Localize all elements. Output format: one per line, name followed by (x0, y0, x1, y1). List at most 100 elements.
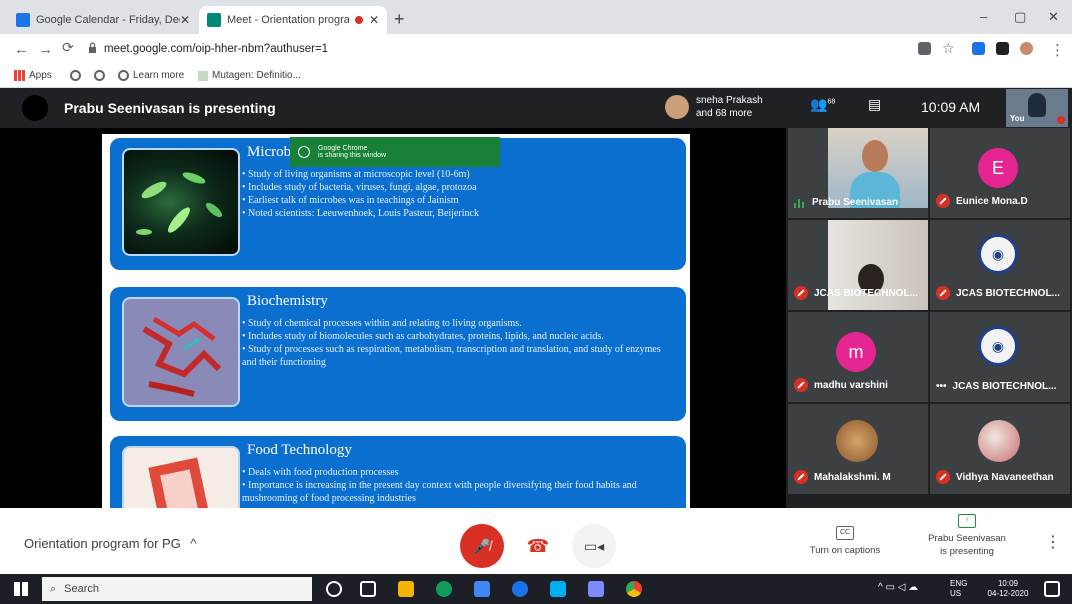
speaking-indicator-icon (794, 198, 806, 208)
puzzle-icon[interactable] (996, 42, 1009, 55)
meeting-details[interactable]: Orientation program for PG ^ (24, 536, 197, 551)
close-tab-icon[interactable]: ✕ (180, 13, 190, 27)
self-view-tile[interactable]: You (1006, 89, 1068, 127)
extension-icon[interactable] (918, 42, 931, 55)
bullet: Deals with food production processes (242, 466, 672, 479)
participant-tile[interactable]: E Eunice Mona.D (930, 128, 1070, 218)
more-options-icon[interactable]: ⋮ (1045, 532, 1061, 552)
participant-name-text: Vidhya Navaneethan (956, 471, 1054, 483)
extension-icon[interactable] (972, 42, 985, 55)
meet-icon (207, 13, 221, 27)
mic-off-icon (936, 194, 950, 208)
globe-icon (70, 70, 81, 81)
bullet: Study of chemical processes within and r… (242, 317, 662, 330)
people-line1: sneha Prakash (696, 95, 763, 106)
app-icon[interactable] (512, 581, 528, 597)
menu-icon[interactable]: ⋮ (1050, 41, 1065, 59)
presenting-label-line2: is presenting (940, 546, 994, 557)
bookmark-item[interactable] (94, 70, 109, 81)
learn-more-bookmark[interactable]: Learn more (118, 70, 184, 81)
chrome-icon[interactable] (626, 581, 642, 597)
lang-line2: US (950, 589, 962, 598)
globe-icon (118, 70, 129, 81)
participant-tile[interactable]: JCAS BIOTECHNOL... (788, 220, 928, 310)
meet-top-bar: Prabu Seenivasan is presenting sneha Pra… (0, 88, 1072, 128)
participant-name: Vidhya Navaneethan (936, 470, 1054, 484)
tab-meet[interactable]: Meet - Orientation program ✕ (199, 6, 387, 34)
app-icon[interactable] (588, 581, 604, 597)
section-title: Food Technology (247, 442, 352, 458)
file-explorer-icon[interactable] (398, 581, 414, 597)
bookmark-label: Apps (29, 70, 52, 81)
bullet: Importance is increasing in the present … (242, 479, 672, 505)
participant-tile[interactable]: ◉ JCAS BIOTECHNOL... (930, 220, 1070, 310)
leave-call-button[interactable]: ☎ (516, 524, 560, 568)
reload-icon[interactable]: ⟳ (62, 39, 74, 56)
screen: Google Calendar - Friday, Decem ✕ Meet -… (0, 0, 1072, 604)
tab-title: Google Calendar - Friday, Decem (36, 14, 180, 26)
participant-name: JCAS BIOTECHNOL... (794, 286, 918, 300)
bullet: Includes study of biomolecules such as c… (242, 330, 662, 343)
camera-toggle-button[interactable]: ▭◂ (572, 524, 616, 568)
participant-tile[interactable]: m madhu varshini (788, 312, 928, 402)
bookmark-favicon (198, 70, 208, 81)
people-icon[interactable]: 👥68 (810, 96, 835, 113)
chat-icon[interactable]: ▤ (868, 96, 881, 113)
new-tab-button[interactable]: + (394, 9, 405, 30)
mic-toggle-button[interactable]: 🎤̸ (460, 524, 504, 568)
forward-icon[interactable]: → (38, 41, 53, 58)
hang-up-icon: ☎ (526, 535, 550, 556)
back-icon[interactable]: ← (14, 41, 29, 58)
windows-start-icon[interactable] (14, 582, 28, 596)
bullet: Noted scientists: Leeuwenhoek, Louis Pas… (242, 207, 672, 220)
participant-tile[interactable]: ◉ ••• JCAS BIOTECHNOL... (930, 312, 1070, 402)
participant-tile[interactable]: Prabu Seenivasan (788, 128, 928, 218)
taskbar-clock[interactable]: 10:09 04-12-2020 (980, 579, 1036, 599)
participant-tile[interactable]: Vidhya Navaneethan (930, 404, 1070, 494)
captions-button[interactable]: CC Turn on captions (800, 526, 890, 557)
close-tab-icon[interactable]: ✕ (369, 13, 379, 27)
mic-off-icon (794, 286, 808, 300)
chevron-up-icon: ^ (190, 536, 197, 551)
participant-name: Prabu Seenivasan (794, 197, 898, 208)
address-bar: ← → ⟳ meet.google.com/oip-hher-nbm?authu… (0, 34, 1072, 64)
slide-section-food-technology: Food Technology Deals with food producti… (110, 436, 686, 508)
section-bullets: Study of living organisms at microscopic… (242, 168, 672, 220)
captions-label: Turn on captions (809, 545, 881, 556)
close-window-button[interactable]: ✕ (1048, 9, 1059, 25)
skype-icon[interactable] (550, 581, 566, 597)
language-indicator[interactable]: ENG US (950, 579, 967, 599)
tab-google-calendar[interactable]: Google Calendar - Friday, Decem ✕ (8, 6, 198, 34)
section-bullets: Deals with food production processes Imp… (242, 466, 672, 505)
app-icon[interactable] (474, 581, 490, 597)
bookmark-star-icon[interactable]: ☆ (942, 40, 955, 57)
college-logo-icon: ◉ (978, 326, 1018, 366)
shared-slide: Microb Study of living organisms at micr… (102, 134, 690, 508)
participant-name-text: JCAS BIOTECHNOL... (956, 287, 1060, 299)
taskbar-search-box[interactable]: ⌕ Search (42, 577, 312, 601)
mutagen-bookmark[interactable]: Mutagen: Definitio... (198, 70, 301, 81)
task-view-icon[interactable] (360, 581, 376, 597)
bookmark-item[interactable] (70, 70, 85, 81)
taskbar-date: 04-12-2020 (987, 589, 1029, 598)
pinned-participant-avatar[interactable] (665, 95, 689, 119)
present-now-button[interactable]: ↑ Prabu Seenivasan is presenting (918, 514, 1016, 558)
self-video (1028, 93, 1046, 117)
notifications-icon[interactable] (1044, 581, 1060, 597)
mic-off-icon: 🎤̸ (473, 537, 491, 554)
more-options-icon[interactable]: ••• (936, 381, 947, 392)
chrome-icon (298, 146, 310, 158)
minimize-button[interactable]: – (980, 9, 987, 24)
maximize-button[interactable]: ▢ (1014, 9, 1026, 25)
apps-bookmark[interactable]: Apps (14, 70, 52, 81)
pinned-participants-label[interactable]: sneha Prakash and 68 more (696, 94, 763, 120)
notice-line2: is sharing this window (318, 152, 387, 159)
edge-icon[interactable] (436, 581, 452, 597)
url-field[interactable]: meet.google.com/oip-hher-nbm?authuser=1 (104, 43, 328, 55)
tray-icons[interactable]: ^ ▭ ◁ ☁ (878, 583, 918, 593)
cortana-icon[interactable] (326, 581, 342, 597)
bacteria-illustration (136, 172, 223, 235)
bookmark-label: Mutagen: Definitio... (212, 70, 301, 81)
participant-tile[interactable]: Mahalakshmi. M (788, 404, 928, 494)
profile-avatar[interactable] (1020, 42, 1033, 55)
